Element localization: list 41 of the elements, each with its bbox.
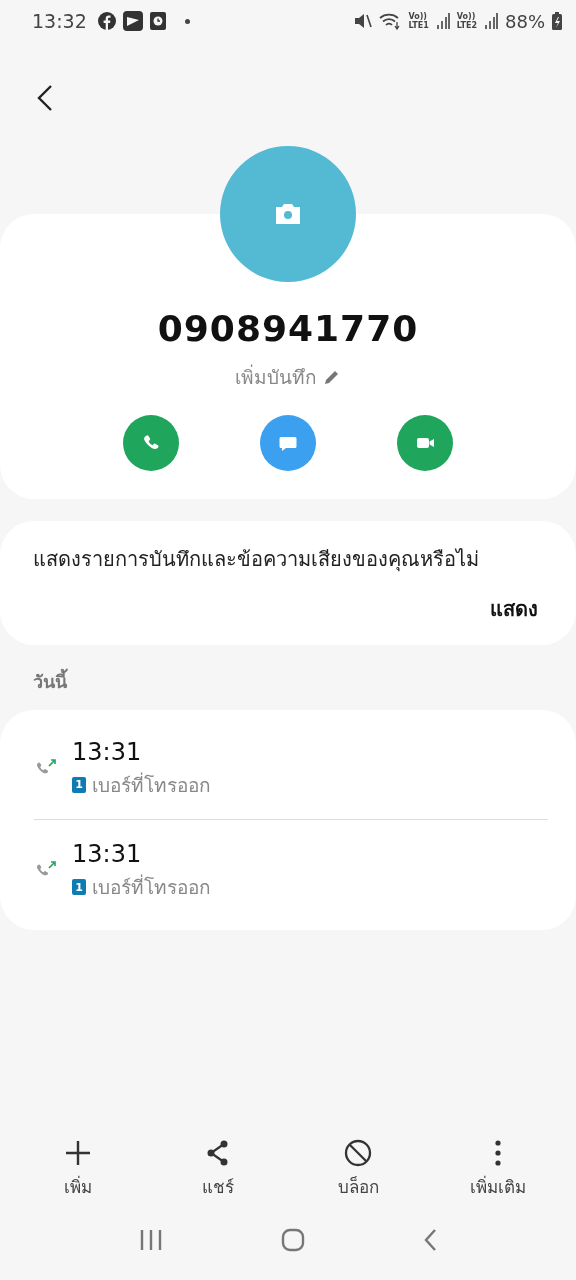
pencil-icon <box>323 368 341 386</box>
section-heading: วันนี้ <box>0 645 576 710</box>
call-log-item[interactable]: 13:31 1 เบอร์ที่โทรออก <box>34 820 548 922</box>
back-icon[interactable] <box>423 1228 437 1252</box>
sim-badge: 1 <box>72 879 86 895</box>
block-icon <box>344 1139 372 1167</box>
add-note-link[interactable]: เพิ่มบันทึก <box>229 361 347 393</box>
mute-icon <box>354 12 373 30</box>
camera-icon <box>273 202 303 226</box>
phone-number: 0908941770 <box>157 308 419 349</box>
facebook-icon <box>97 12 116 30</box>
prompt-text: แสดงรายการบันทึกและข้อความเสียงของคุณหรือไม่ <box>33 546 480 574</box>
status-time: 13:32 <box>32 10 87 32</box>
call-type-label: เบอร์ที่โทรออก <box>92 771 211 798</box>
sim-label: Vo)) LTE1 <box>408 12 429 30</box>
add-action-button[interactable]: เพิ่ม <box>23 1139 133 1200</box>
call-time: 13:31 <box>72 737 143 766</box>
more-action-button[interactable]: เพิ่มเติม <box>443 1139 553 1200</box>
message-button[interactable] <box>260 415 316 471</box>
show-button[interactable]: แสดง <box>490 593 538 625</box>
sim-label: Vo)) LTE2 <box>456 12 477 30</box>
battery-percent: 88% <box>505 10 545 32</box>
signal-icon <box>435 13 450 29</box>
call-type-label: เบอร์ที่โทรออก <box>92 873 211 900</box>
battery-icon <box>552 12 562 30</box>
recents-icon[interactable] <box>139 1229 163 1251</box>
app-icon <box>122 11 143 31</box>
video-call-button[interactable] <box>397 415 453 471</box>
call-log-item[interactable]: 13:31 1 เบอร์ที่โทรออก <box>34 718 548 820</box>
share-action-button[interactable]: แชร์ <box>163 1139 273 1200</box>
home-icon[interactable] <box>281 1228 305 1252</box>
clock-icon <box>149 12 166 30</box>
more-icon <box>494 1139 502 1167</box>
sim-badge: 1 <box>72 776 86 793</box>
notification-dot-icon <box>184 18 190 24</box>
add-icon <box>64 1139 92 1167</box>
block-action-button[interactable]: บล็อก <box>303 1139 413 1200</box>
call-button[interactable] <box>123 415 179 471</box>
wifi-icon <box>379 12 402 30</box>
signal-icon <box>484 13 498 29</box>
call-time: 13:31 <box>72 840 143 868</box>
